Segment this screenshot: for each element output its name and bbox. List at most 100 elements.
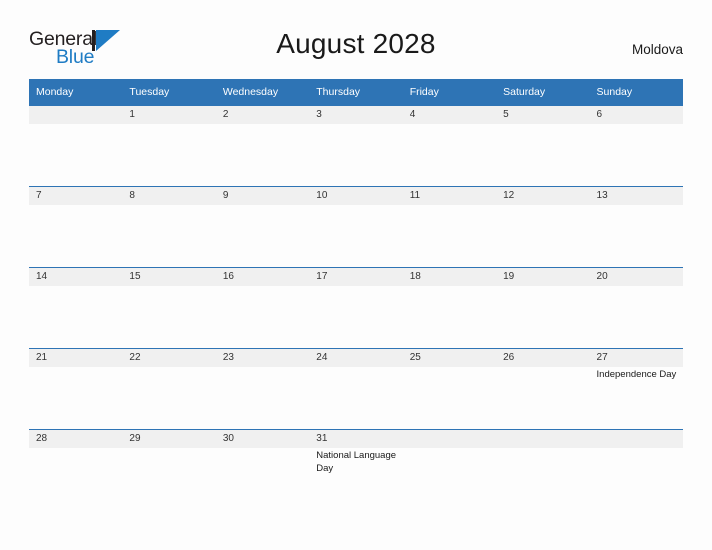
day-cell[interactable]: 17 — [309, 267, 403, 348]
day-number: 12 — [496, 186, 590, 205]
day-number: 9 — [215, 186, 310, 205]
day-header-friday: Friday — [402, 79, 497, 105]
day-number — [29, 105, 123, 124]
day-cell[interactable]: 3 — [309, 105, 403, 186]
day-cell[interactable]: 8 — [122, 186, 216, 267]
day-event — [29, 286, 122, 288]
day-number: 21 — [29, 348, 123, 367]
day-cell[interactable]: 7 — [29, 186, 123, 267]
day-number: 14 — [29, 267, 123, 286]
day-cell[interactable]: 19 — [496, 267, 590, 348]
day-cell[interactable]: 25 — [402, 348, 497, 429]
day-event — [590, 205, 683, 207]
day-number: 23 — [215, 348, 310, 367]
week-row: 7 8 9 10 11 12 13 — [29, 186, 683, 267]
day-cell[interactable]: 28 — [29, 429, 123, 510]
day-cell[interactable]: 10 — [309, 186, 403, 267]
day-cell[interactable]: 31 National Language Day — [309, 429, 403, 510]
day-cell[interactable]: 23 — [215, 348, 310, 429]
day-number: 8 — [122, 186, 216, 205]
day-cell[interactable] — [589, 429, 683, 510]
day-number: 17 — [309, 267, 403, 286]
day-event — [590, 286, 683, 288]
week-row: 21 22 23 24 25 26 27 Independence Day — [29, 348, 683, 429]
day-event — [29, 448, 122, 450]
day-cell[interactable]: 5 — [496, 105, 590, 186]
day-cell[interactable]: 27 Independence Day — [589, 348, 683, 429]
day-event — [122, 205, 215, 207]
day-cell[interactable]: 30 — [215, 429, 310, 510]
country-label: Moldova — [631, 42, 683, 57]
day-event — [309, 124, 402, 126]
calendar-page: General Blue August 2028 Moldova Monday … — [0, 0, 712, 550]
day-event — [403, 367, 496, 369]
day-number: 29 — [122, 429, 216, 448]
day-cell[interactable]: 6 — [589, 105, 683, 186]
day-number: 13 — [589, 186, 683, 205]
week-row: 14 15 16 17 18 19 20 — [29, 267, 683, 348]
day-event — [403, 205, 496, 207]
day-number: 15 — [122, 267, 216, 286]
day-cell[interactable]: 12 — [496, 186, 590, 267]
day-cell[interactable]: 2 — [215, 105, 310, 186]
day-event — [29, 124, 122, 126]
day-number: 30 — [215, 429, 310, 448]
day-cell[interactable]: 21 — [29, 348, 123, 429]
day-number — [402, 429, 497, 448]
day-header-sunday: Sunday — [589, 79, 683, 105]
day-cell[interactable] — [496, 429, 590, 510]
day-event — [590, 124, 683, 126]
week-row: 1 2 3 4 5 6 — [29, 105, 683, 186]
day-cell[interactable]: 9 — [215, 186, 310, 267]
day-cell[interactable] — [29, 105, 123, 186]
day-event — [590, 448, 683, 450]
day-cell[interactable]: 15 — [122, 267, 216, 348]
day-event — [122, 367, 215, 369]
day-cell[interactable]: 13 — [589, 186, 683, 267]
day-event — [29, 205, 122, 207]
day-event — [216, 205, 309, 207]
day-event — [309, 367, 402, 369]
day-cell[interactable]: 22 — [122, 348, 216, 429]
day-header-tuesday: Tuesday — [122, 79, 216, 105]
day-event — [122, 448, 215, 450]
day-event — [496, 286, 589, 288]
day-event: National Language Day — [316, 450, 397, 474]
day-number — [589, 429, 683, 448]
day-header-monday: Monday — [29, 79, 123, 105]
day-cell[interactable]: 14 — [29, 267, 123, 348]
day-cell[interactable]: 26 — [496, 348, 590, 429]
day-number: 1 — [122, 105, 216, 124]
day-event — [309, 286, 402, 288]
day-number: 20 — [589, 267, 683, 286]
day-number: 6 — [589, 105, 683, 124]
day-number: 22 — [122, 348, 216, 367]
day-number: 18 — [402, 267, 497, 286]
day-header-saturday: Saturday — [496, 79, 590, 105]
day-event — [122, 286, 215, 288]
day-cell[interactable]: 1 — [122, 105, 216, 186]
day-cell[interactable] — [402, 429, 497, 510]
day-number: 26 — [496, 348, 590, 367]
day-cell[interactable]: 18 — [402, 267, 497, 348]
day-number: 28 — [29, 429, 123, 448]
day-event — [216, 124, 309, 126]
day-event — [309, 205, 402, 207]
day-header-wednesday: Wednesday — [215, 79, 310, 105]
day-number: 25 — [402, 348, 497, 367]
day-event — [496, 448, 589, 450]
day-cell[interactable]: 11 — [402, 186, 497, 267]
day-cell[interactable]: 29 — [122, 429, 216, 510]
day-cell[interactable]: 24 — [309, 348, 403, 429]
day-cell[interactable]: 20 — [589, 267, 683, 348]
day-number: 4 — [402, 105, 497, 124]
day-cell[interactable]: 16 — [215, 267, 310, 348]
day-number — [496, 429, 590, 448]
day-event — [496, 367, 589, 369]
day-number: 10 — [309, 186, 403, 205]
day-event — [403, 448, 496, 450]
day-cell[interactable]: 4 — [402, 105, 497, 186]
page-header: General Blue August 2028 Moldova — [29, 26, 683, 70]
week-row: 28 29 30 31 National Language Day — [29, 429, 683, 510]
day-event — [216, 286, 309, 288]
